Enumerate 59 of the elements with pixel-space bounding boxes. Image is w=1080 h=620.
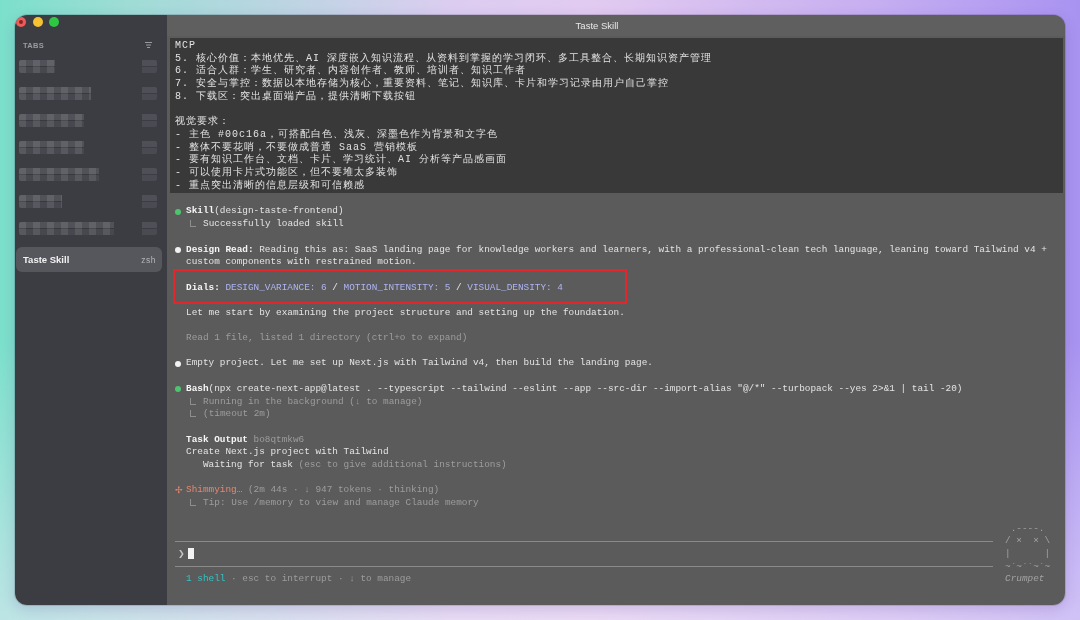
tool-command: (design-taste-frontend) [214, 205, 344, 217]
status-hints: · esc to interrupt · ↓ to manage [231, 573, 412, 585]
sidebar-tab[interactable]: Taste Skill zsh [16, 247, 162, 272]
close-button[interactable] [16, 17, 26, 27]
prompt-line: 6. 适合人群：学生、研究者、内容创作者、教师、培训者、知识工作者 [175, 65, 527, 77]
tool-result: Successfully loaded skill [203, 218, 344, 231]
assistant-note: Let me start by examining the project structure and setting up the foundation. [186, 306, 626, 320]
shell-count: 1 shell [186, 573, 226, 585]
task-hint: (esc to give additional instructions) [298, 459, 507, 471]
dial-separator: / [456, 281, 462, 293]
elbow-icon [190, 220, 196, 228]
blurred-sidebar-tab[interactable] [19, 141, 157, 154]
task-title: Create Next.js project with Tailwind [186, 446, 390, 460]
blurred-sidebar-tab[interactable] [19, 114, 157, 127]
blurred-sidebar-tab[interactable] [19, 168, 157, 181]
prompt-line: 视觉要求： [175, 116, 231, 129]
assistant-message: Empty project. Let me set up Next.js with Tailwind v4, then build the landing page. [186, 357, 654, 371]
tool-result: Running in the background (↓ to manage) [203, 395, 423, 409]
prompt-line: - 主色 #00c16a，可搭配白色、浅灰、深墨色作为背景和文字色 [175, 128, 499, 141]
assistant-message: Design Read: Reading this as: SaaS landing page for knowledge workers and learners, with a professional-clean tech language, leaning toward Tailwind v4 + custom components with restrained motion. [186, 243, 1048, 269]
window-title: Taste Skill [575, 20, 619, 31]
status-dot-icon [175, 386, 181, 393]
blurred-sidebar-tab[interactable] [19, 87, 157, 100]
elbow-icon [190, 499, 196, 507]
bullet-icon [175, 246, 181, 253]
tool-command: (npx create-next-app@latest . --typescript --tailwind --eslint --app --src-dir --import-alias "@/*" --turbopack --yes 2>&1 | tail -20) [208, 382, 963, 394]
task-label: Task Output [186, 433, 248, 445]
bullet-icon [175, 360, 181, 367]
dial-value: VISUAL_DENSITY: 4 [467, 281, 563, 293]
assistant-note: Read 1 file, listed 1 directory (ctrl+o to expand) [186, 332, 469, 345]
spinner-glyph: ✢ [175, 484, 183, 498]
minimize-button[interactable] [32, 17, 43, 27]
task-status: Waiting for task [202, 459, 293, 471]
prompt-line: 8. 下载区：突出桌面端产品，提供清晰下载按钮 [175, 90, 417, 104]
cursor-icon [187, 548, 194, 560]
dial-separator: / [332, 281, 338, 293]
dials-label: Dials: [186, 281, 220, 293]
blurred-sidebar-tab[interactable] [19, 222, 157, 235]
prompt-line: - 要有知识工作台、文档、卡片、学习统计、AI 分析等产品感画面 [175, 154, 508, 166]
prompt-line: MCP [175, 40, 197, 53]
prompt-line: 7. 安全与掌控：数据以本地存储为核心，重要资料、笔记、知识库、卡片和学习记录由用户自己掌控 [175, 78, 670, 90]
zoom-button[interactable] [49, 17, 59, 27]
spinner-verb: Shimmying… [186, 484, 243, 496]
filter-icon[interactable] [145, 42, 152, 48]
status-dot-icon [175, 208, 181, 215]
tool-name: Skill [186, 205, 215, 217]
mascot-name: Crumpet [1005, 573, 1046, 586]
prompt-line: 5. 核心价值：本地优先、AI 深度嵌入知识流程、从资料到掌握的学习闭环、多工具整合、长期知识资产管理 [175, 52, 713, 64]
tool-result: (timeout 2m) [203, 408, 271, 421]
task-id: bo8qtmkw6 [253, 433, 305, 445]
prompt-line: - 重点突出清晰的信息层级和可信赖感 [175, 179, 366, 193]
tool-result: Tip: Use /memory to view and manage Claude memory [203, 497, 479, 510]
prompt-line: - 整体不要花哨，不要做成普通 SaaS 营销模板 [175, 141, 419, 153]
mascot-ascii-art: .----. / × × \ | | ~`~``~`~ [1005, 522, 1051, 574]
dial-value: MOTION_INTENSITY: 5 [343, 281, 451, 293]
tool-name: Bash [186, 382, 209, 394]
dial-value: DESIGN_VARIANCE: 6 [225, 281, 327, 293]
prompt-line: - 可以使用卡片式功能区，但不要堆太多装饰 [175, 166, 399, 179]
prompt-input[interactable]: ❯ [175, 540, 993, 567]
